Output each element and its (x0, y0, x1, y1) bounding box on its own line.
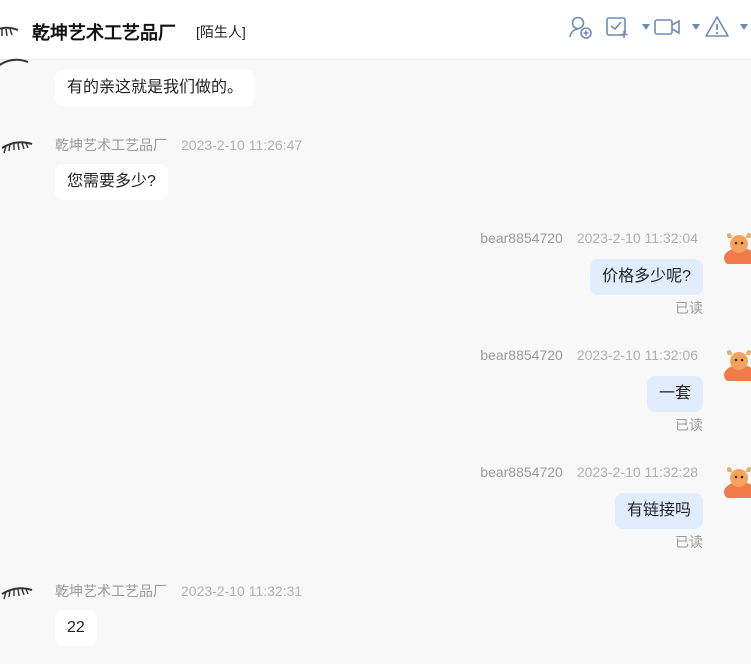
stranger-tag: [陌生人] (196, 24, 246, 40)
message-meta: 乾坤艺术工艺品厂 2023-2-10 11:32:31 (55, 581, 302, 601)
warning-icon[interactable] (704, 14, 730, 40)
timestamp: 2023-2-10 11:32:31 (181, 583, 303, 599)
contact-avatar[interactable] (0, 14, 20, 46)
contact-avatar[interactable] (0, 576, 36, 606)
contact-avatar[interactable] (0, 130, 36, 160)
message-meta: 乾坤艺术工艺品厂 2023-2-10 11:26:47 (55, 135, 302, 155)
message-bubble[interactable]: 您需要多少? (55, 164, 168, 200)
contact-avatar[interactable] (0, 44, 30, 74)
add-contact-icon[interactable] (568, 14, 594, 40)
message-meta: bear8854720 2023-2-10 11:32:06 (480, 347, 698, 363)
chat-header: 乾坤艺术工艺品厂 [陌生人] (0, 0, 751, 60)
user-avatar[interactable] (722, 228, 751, 264)
read-status: 已读 (675, 417, 703, 433)
message-bubble[interactable]: 有链接吗 (614, 493, 703, 529)
user-avatar[interactable] (722, 345, 751, 381)
message-bubble[interactable]: 一套 (646, 376, 703, 412)
timestamp: 2023-2-10 11:32:06 (576, 347, 698, 363)
message-meta: bear8854720 2023-2-10 11:32:04 (480, 230, 698, 246)
contact-name: 乾坤艺术工艺品厂 (32, 23, 176, 43)
read-status: 已读 (675, 534, 703, 550)
message-bubble[interactable]: 价格多少呢? (590, 259, 703, 295)
sender-name: 乾坤艺术工艺品厂 (55, 137, 167, 153)
read-status: 已读 (675, 300, 703, 316)
timestamp: 2023-2-10 11:26:47 (181, 137, 303, 153)
timestamp: 2023-2-10 11:32:28 (576, 464, 698, 480)
sender-name: bear8854720 (480, 230, 563, 246)
sender-name: bear8854720 (480, 347, 563, 363)
message-bubble[interactable]: 有的亲这就是我们做的。 (55, 70, 256, 106)
message-bubble[interactable]: 22 (55, 610, 97, 646)
sender-name: bear8854720 (480, 464, 563, 480)
chevron-down-icon[interactable] (692, 24, 700, 30)
user-avatar[interactable] (722, 462, 751, 498)
chevron-down-icon[interactable] (740, 24, 748, 30)
video-call-icon[interactable] (654, 14, 680, 40)
sender-name: 乾坤艺术工艺品厂 (55, 583, 167, 599)
calendar-check-icon[interactable] (604, 14, 630, 40)
chevron-down-icon[interactable] (642, 24, 650, 30)
message-meta: bear8854720 2023-2-10 11:32:28 (480, 464, 698, 480)
timestamp: 2023-2-10 11:32:04 (576, 230, 698, 246)
